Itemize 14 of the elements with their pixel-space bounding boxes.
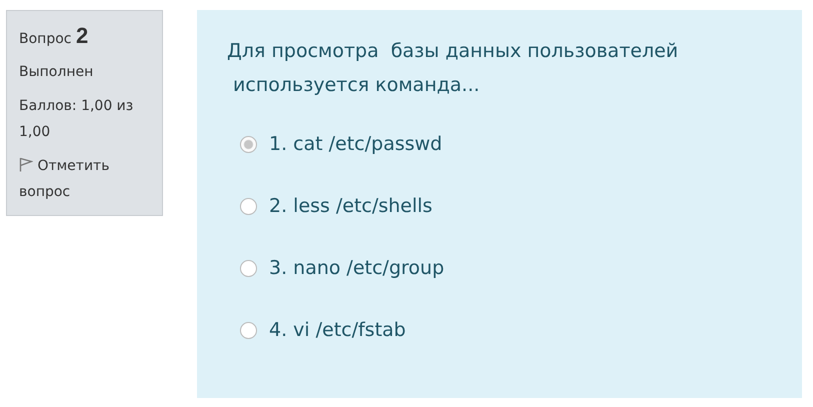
status-text: Выполнен — [19, 63, 94, 82]
radio-button[interactable] — [240, 260, 257, 277]
radio-button[interactable] — [240, 198, 257, 215]
answer-option[interactable]: 3. nano /etc/group — [269, 253, 444, 284]
question-number: Вопрос 2 — [19, 23, 90, 49]
question-text: Для просмотра базы данных пользователей используется команда... — [227, 39, 680, 98]
grade-text: Баллов: 1,00 из 1,00 — [19, 97, 134, 142]
answer-option[interactable]: 2. less /etc/shells — [269, 191, 432, 222]
answer-option[interactable]: 4. vi /etc/fstab — [269, 315, 406, 346]
flag-icon — [19, 157, 33, 172]
radio-button[interactable] — [240, 322, 257, 339]
answer-option[interactable]: 1. cat /etc/passwd — [269, 129, 442, 160]
flag-question-link[interactable]: Отметить вопрос — [19, 153, 150, 205]
radio-button[interactable] — [240, 136, 257, 153]
